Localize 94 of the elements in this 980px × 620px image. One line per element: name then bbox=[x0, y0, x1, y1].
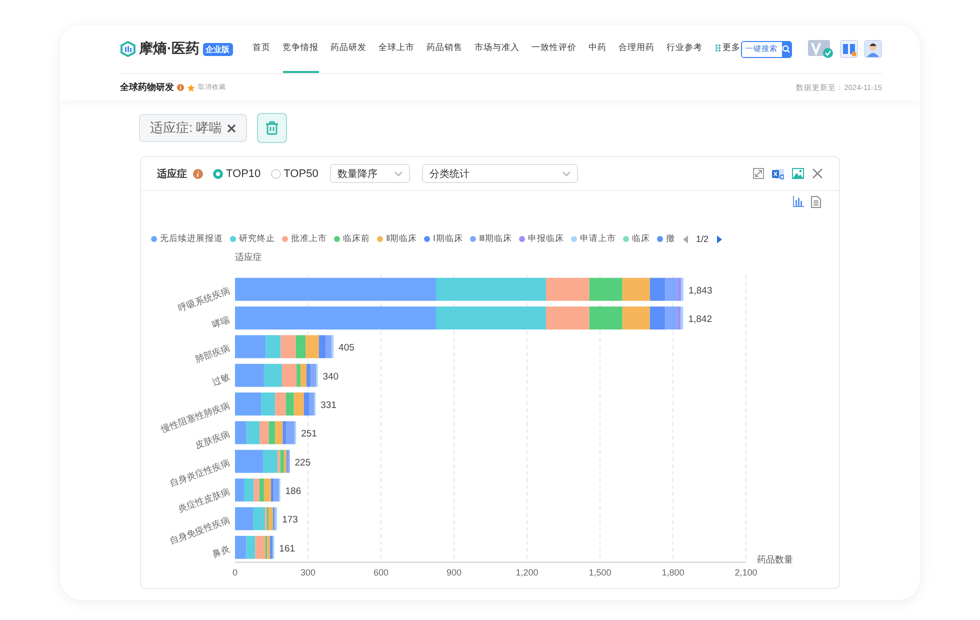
next-page-icon[interactable] bbox=[716, 234, 723, 244]
avatar-icon[interactable] bbox=[864, 40, 882, 58]
caret-icon bbox=[562, 170, 572, 176]
category-label: 肺部疾病 bbox=[194, 342, 232, 365]
document-icon[interactable] bbox=[811, 196, 821, 208]
x-tick-label: 600 bbox=[373, 568, 389, 578]
legend-label: Ⅲ期临床 bbox=[479, 233, 512, 245]
clear-filters-button[interactable] bbox=[257, 113, 288, 143]
nav-tab[interactable]: 一致性评价 bbox=[532, 25, 577, 73]
category-label: 哮喘 bbox=[210, 314, 232, 330]
value-label: 161 bbox=[279, 543, 296, 554]
bar-segment bbox=[235, 536, 246, 559]
logo-text: 摩熵·医药 bbox=[139, 40, 200, 58]
nav-tab[interactable]: 行业参考 bbox=[666, 25, 703, 73]
stat-select[interactable]: 分类统计 bbox=[422, 164, 578, 183]
value-label: 1,843 bbox=[688, 285, 712, 296]
nav-tab[interactable]: 全球上市 bbox=[378, 25, 415, 73]
logo-icon bbox=[120, 41, 136, 57]
top-radio[interactable]: TOP10 bbox=[213, 168, 261, 180]
legend-label: Ⅱ期临床 bbox=[386, 233, 417, 245]
legend-label: 研究终止 bbox=[239, 233, 275, 245]
trash-icon bbox=[264, 120, 280, 136]
value-label: 405 bbox=[338, 342, 354, 354]
nav-tab[interactable]: 合理用药 bbox=[618, 25, 655, 73]
bar-segment bbox=[246, 536, 256, 559]
top-radio[interactable]: TOP50 bbox=[270, 168, 318, 180]
spreadsheet-icon[interactable] bbox=[772, 168, 784, 180]
value-label: 173 bbox=[282, 514, 298, 526]
x-tick-label: 2,100 bbox=[734, 568, 758, 578]
legend-label: 临床 bbox=[632, 233, 650, 245]
category-label: 皮肤疾病 bbox=[194, 428, 232, 451]
book-icon[interactable] bbox=[840, 40, 858, 58]
caret-icon bbox=[394, 170, 404, 176]
star-icon[interactable] bbox=[187, 84, 195, 92]
legend-label: Ⅰ期临床 bbox=[433, 233, 463, 245]
value-label: 225 bbox=[294, 457, 311, 468]
legend-label: 撤 bbox=[666, 233, 675, 245]
bar-segment bbox=[589, 278, 622, 301]
x-axis-title: 药品数量 bbox=[757, 554, 793, 565]
bar-segment bbox=[246, 421, 260, 444]
category-label: 过敏 bbox=[210, 372, 232, 388]
category-label: 呼吸系统疾病 bbox=[176, 286, 232, 314]
bar-segment bbox=[235, 421, 247, 444]
x-tick-label: 900 bbox=[446, 568, 462, 578]
legend-page: 1/2 bbox=[696, 234, 709, 244]
legend-label: 临床前 bbox=[343, 233, 370, 245]
fullscreen-icon[interactable] bbox=[753, 168, 764, 179]
legend-label: 申报临床 bbox=[528, 233, 564, 245]
legend-label: 无后续进展报道 bbox=[160, 233, 223, 245]
bar-segment bbox=[260, 421, 269, 444]
nav-tab[interactable]: 中药 bbox=[588, 25, 607, 73]
search-icon[interactable] bbox=[782, 45, 790, 53]
bar-segment bbox=[275, 392, 286, 416]
close-icon[interactable] bbox=[812, 168, 823, 179]
prev-page-icon[interactable] bbox=[682, 234, 689, 244]
close-icon[interactable] bbox=[227, 124, 236, 132]
nav-tab[interactable]: 药品研发 bbox=[330, 25, 367, 73]
category-label: 自身免疫性疾病 bbox=[168, 514, 232, 546]
grid-icon bbox=[714, 44, 721, 52]
page-title: 全球药物研发 bbox=[120, 81, 174, 94]
legend-label: 批准上市 bbox=[291, 233, 327, 245]
legend-label: 申请上市 bbox=[580, 233, 616, 245]
nav-tab[interactable]: 药品销售 bbox=[426, 25, 463, 73]
nav-tab[interactable]: 更多 bbox=[714, 25, 741, 73]
bar-chart-icon[interactable] bbox=[793, 196, 804, 207]
nav-tab[interactable]: 竞争情报 bbox=[282, 25, 319, 73]
panel-title: 适应症 bbox=[157, 167, 187, 180]
x-tick-label: 1,800 bbox=[662, 568, 684, 578]
x-tick-label: 1,200 bbox=[516, 568, 538, 578]
value-label: 331 bbox=[320, 400, 336, 412]
edition-badge: 企业版 bbox=[202, 42, 233, 56]
x-tick-label: 1,500 bbox=[588, 568, 612, 578]
value-label: 1,842 bbox=[688, 314, 712, 325]
info-icon bbox=[177, 84, 184, 91]
category-label: 自身炎症性疾病 bbox=[168, 458, 232, 489]
value-label: 251 bbox=[301, 428, 317, 440]
x-tick-label: 0 bbox=[232, 568, 238, 578]
bar-segment bbox=[235, 478, 244, 502]
category-label: 鼻炎 bbox=[210, 544, 232, 560]
bar-segment bbox=[589, 306, 622, 330]
filter-label: 适应症: 哮喘 bbox=[150, 119, 222, 137]
category-label: 炎症性皮肤病 bbox=[176, 486, 232, 514]
nav-tab[interactable]: 市场与准入 bbox=[474, 25, 520, 73]
y-axis-title: 适应症 bbox=[235, 252, 262, 262]
info-icon bbox=[193, 168, 203, 178]
radio-icon[interactable] bbox=[213, 168, 223, 178]
value-label: 340 bbox=[322, 371, 339, 382]
x-tick-label: 300 bbox=[300, 568, 316, 578]
nav-tab[interactable]: 首页 bbox=[252, 25, 271, 73]
vip-badge-icon[interactable] bbox=[808, 40, 834, 58]
value-label: 186 bbox=[285, 486, 302, 498]
sort-select[interactable]: 数量降序 bbox=[330, 164, 410, 183]
image-icon[interactable] bbox=[792, 168, 804, 179]
radio-icon[interactable] bbox=[270, 168, 281, 178]
